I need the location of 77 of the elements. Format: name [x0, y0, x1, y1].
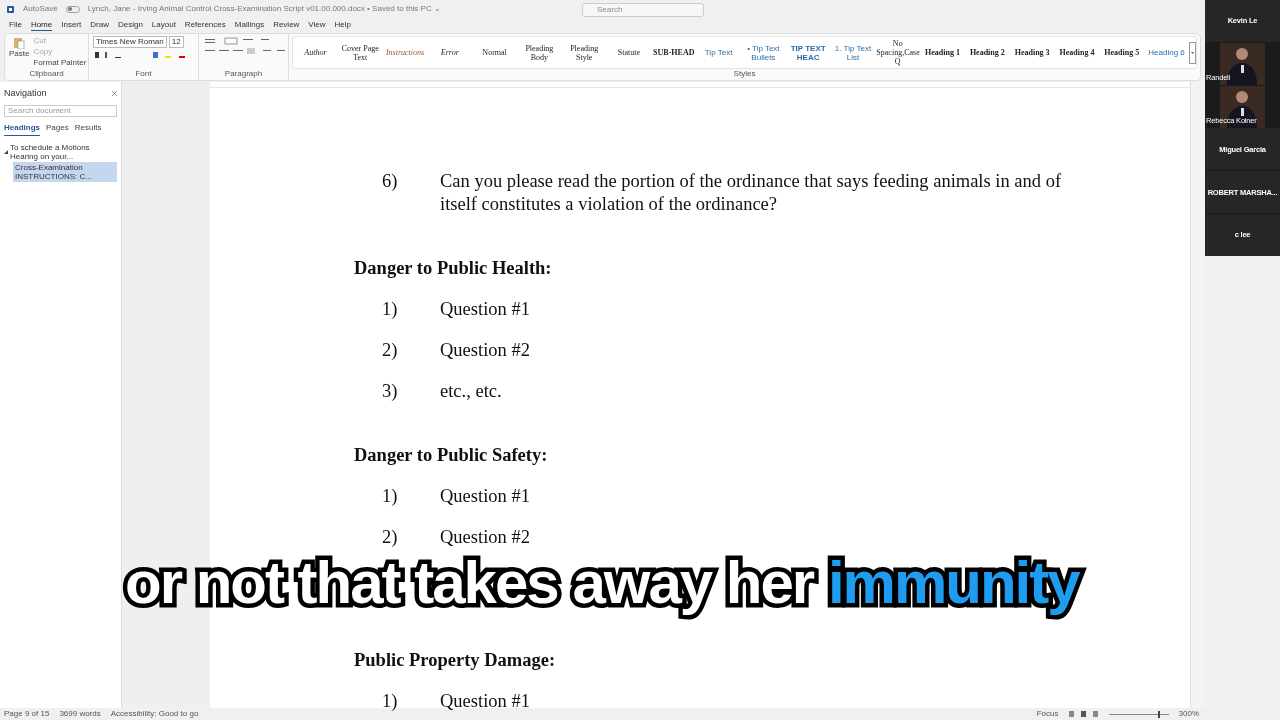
- ribbon-tab[interactable]: Review: [273, 21, 300, 30]
- font-name-field[interactable]: Times New Roman: [93, 36, 167, 48]
- style-option[interactable]: Heading 1: [920, 48, 965, 57]
- zoom-level[interactable]: 300%: [1178, 708, 1199, 720]
- ribbon-tab[interactable]: Design: [117, 21, 143, 30]
- group-label: Styles: [732, 69, 757, 78]
- style-option[interactable]: No Spacing,Case Q: [875, 39, 921, 66]
- list-number: 1): [382, 690, 399, 713]
- zoom-slider-thumb[interactable]: [1157, 710, 1160, 718]
- ribbon-tab[interactable]: View: [308, 21, 326, 30]
- word-count[interactable]: 3699 words: [59, 708, 101, 720]
- style-option[interactable]: Error: [427, 48, 473, 57]
- list-number: 1): [382, 485, 399, 508]
- expand-arrow-icon[interactable]: [4, 149, 8, 154]
- group-label: Clipboard: [28, 69, 65, 78]
- style-option[interactable]: Heading 6: [1144, 48, 1189, 57]
- style-option[interactable]: Heading 5: [1099, 48, 1145, 57]
- style-option[interactable]: TIP TEXT HEAC: [785, 43, 831, 62]
- style-option[interactable]: Instructions: [382, 48, 428, 57]
- style-option[interactable]: • Tip Text Bullets: [740, 43, 786, 62]
- view-mode-icons[interactable]: [1068, 711, 1099, 717]
- pane-title: Navigation: [4, 87, 47, 100]
- question-text: Question #1: [440, 485, 530, 508]
- style-option[interactable]: Heading 4: [1054, 48, 1100, 57]
- format-painter-button[interactable]: Format Painter: [33, 58, 87, 68]
- style-option[interactable]: Pleading Body: [517, 43, 562, 62]
- list-number: 6): [382, 170, 399, 193]
- question-text: etc., etc.: [440, 380, 502, 403]
- focus-button[interactable]: Focus: [1036, 708, 1059, 720]
- section-heading: Public Property Damage:: [354, 649, 557, 672]
- ribbon-tab[interactable]: Home: [30, 20, 53, 31]
- style-option[interactable]: Statute: [606, 48, 652, 57]
- search-field[interactable]: Search: [582, 3, 704, 17]
- pane-tab[interactable]: Headings: [4, 121, 40, 136]
- close-icon[interactable]: [112, 91, 117, 97]
- list-number: 2): [382, 339, 399, 362]
- pane-tab[interactable]: Pages: [46, 121, 69, 135]
- style-option[interactable]: 1. Tip Text List: [830, 43, 876, 62]
- question-text: Question #1: [440, 690, 530, 713]
- word-logo-icon[interactable]: [6, 4, 15, 14]
- paste-button[interactable]: Paste: [9, 49, 30, 59]
- style-option[interactable]: Author: [293, 48, 338, 57]
- style-option[interactable]: Cover Page Text: [337, 43, 383, 62]
- group-label: Font: [134, 69, 153, 78]
- question-text: Question #2: [440, 526, 530, 549]
- group-label: Paragraph: [223, 69, 264, 78]
- style-option[interactable]: Pleading Style: [561, 43, 607, 62]
- more-styles-icon[interactable]: [1188, 41, 1196, 64]
- font-size-field[interactable]: 12: [168, 36, 184, 48]
- section-heading: Danger to Public Safety:: [354, 444, 549, 467]
- ribbon-tab[interactable]: Mailings: [234, 21, 265, 30]
- autosave-label: AutoSave: [23, 3, 58, 15]
- ribbon-tab[interactable]: Insert: [61, 21, 82, 30]
- ribbon-tab[interactable]: Help: [334, 21, 351, 30]
- style-option[interactable]: Heading 2: [964, 48, 1010, 57]
- page-count[interactable]: Page 9 of 15: [4, 708, 50, 720]
- accessibility-status[interactable]: Accessibility: Good to go: [110, 708, 199, 720]
- ribbon-tab[interactable]: Layout: [151, 21, 176, 30]
- document-title: Lynch, Jane - Irving Animal Control Cross-Examination Script v01.00.000.docx • Saved to this PC ⌄: [87, 3, 441, 15]
- question-text: Question #2: [440, 339, 530, 362]
- list-number: 2): [382, 526, 399, 549]
- pane-tab[interactable]: Results: [74, 121, 102, 135]
- style-option[interactable]: Heading 3: [1009, 48, 1055, 57]
- style-option[interactable]: Tip Text: [696, 48, 741, 57]
- heading-item[interactable]: Cross-Examination INSTRUCTIONS: C...: [13, 161, 117, 182]
- section-heading: Danger to Public Health:: [354, 257, 553, 280]
- list-number: 3): [382, 380, 399, 403]
- question-text: Can you please read the portion of the ordinance that says feeding animals in and of itself constitutes a violation of the ordinance?: [440, 170, 1062, 216]
- style-option[interactable]: Normal: [472, 48, 517, 57]
- ribbon-tab[interactable]: References: [184, 21, 226, 30]
- list-number: 1): [382, 298, 399, 321]
- ribbon-tab[interactable]: Draw: [90, 21, 109, 30]
- clipboard-icon[interactable]: [13, 36, 26, 49]
- question-text: Question #1: [440, 298, 530, 321]
- heading-item[interactable]: To schedule a Motions Hearing on your...: [8, 141, 117, 162]
- ribbon-tab[interactable]: File: [9, 21, 22, 30]
- style-option[interactable]: SUB-HEAD: [651, 48, 697, 57]
